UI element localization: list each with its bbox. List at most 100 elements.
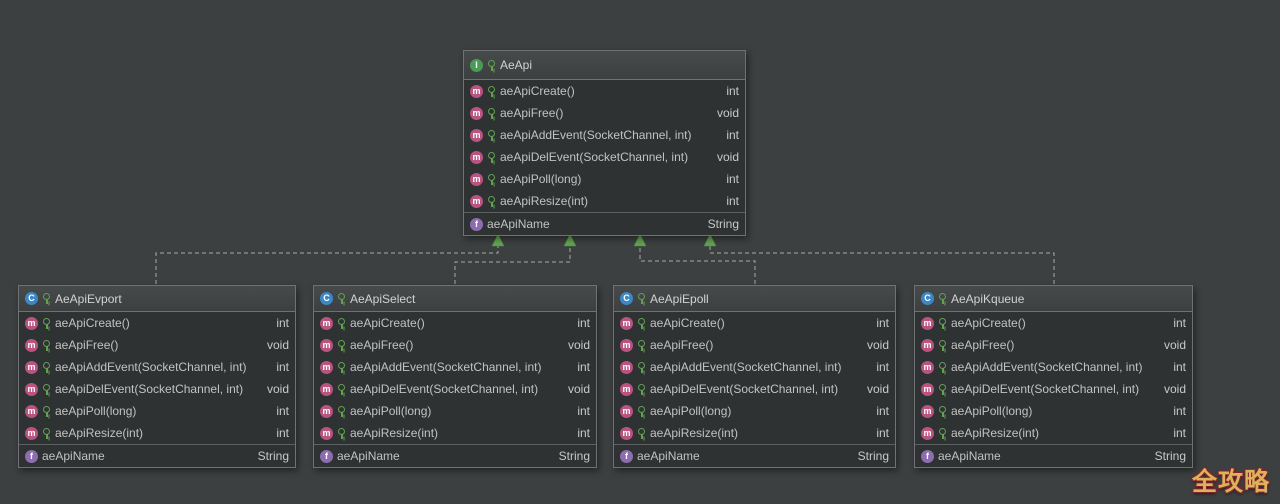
class-box-aeapi[interactable]: IAeApimaeApiCreate()intmaeApiFree()voidm… — [463, 50, 746, 236]
method-return-type: void — [1164, 338, 1186, 352]
field-row[interactable]: faeApiNameString — [464, 212, 745, 235]
class-icon: C — [320, 292, 333, 305]
method-icon: m — [470, 195, 483, 208]
method-signature: aeApiAddEvent(SocketChannel, int) — [500, 128, 714, 142]
method-row[interactable]: maeApiResize(int)int — [314, 422, 596, 444]
method-row[interactable]: maeApiCreate()int — [614, 312, 895, 334]
field-row[interactable]: faeApiNameString — [314, 444, 596, 467]
method-row[interactable]: maeApiDelEvent(SocketChannel, int)void — [314, 378, 596, 400]
method-row[interactable]: maeApiAddEvent(SocketChannel, int)int — [614, 356, 895, 378]
method-icon: m — [320, 339, 333, 352]
method-return-type: int — [276, 316, 289, 330]
class-name-label: AeApiEvport — [55, 292, 122, 306]
method-signature: aeApiPoll(long) — [55, 404, 264, 418]
visibility-public-icon — [42, 361, 51, 374]
method-row[interactable]: maeApiDelEvent(SocketChannel, int)void — [464, 146, 745, 168]
method-row[interactable]: maeApiResize(int)int — [19, 422, 295, 444]
field-row[interactable]: faeApiNameString — [19, 444, 295, 467]
visibility-public-icon — [42, 383, 51, 396]
method-row[interactable]: maeApiPoll(long)int — [19, 400, 295, 422]
method-icon: m — [320, 361, 333, 374]
class-box-aeapikqueue[interactable]: C AeApiKqueue maeApiCreate()intmaeApiFree(… — [914, 285, 1193, 468]
visibility-public-icon — [487, 85, 496, 98]
method-row[interactable]: maeApiFree()void — [314, 334, 596, 356]
visibility-public-icon — [938, 383, 947, 396]
visibility-public-icon — [337, 427, 346, 440]
visibility-public-icon — [42, 405, 51, 418]
visibility-public-icon — [637, 383, 646, 396]
method-row[interactable]: maeApiResize(int)int — [915, 422, 1192, 444]
method-icon: m — [470, 151, 483, 164]
visibility-public-icon — [42, 317, 51, 330]
method-return-type: int — [577, 404, 590, 418]
method-return-type: int — [876, 426, 889, 440]
class-header-aeapiepoll[interactable]: CAeApiEpoll — [614, 286, 895, 312]
method-row[interactable]: maeApiResize(int)int — [464, 190, 745, 212]
visibility-public-icon — [42, 427, 51, 440]
class-header-aeapi[interactable]: I AeApi — [464, 51, 745, 80]
method-row[interactable]: maeApiCreate()int — [19, 312, 295, 334]
method-row[interactable]: maeApiCreate()int — [464, 80, 745, 102]
method-signature: aeApiResize(int) — [951, 426, 1161, 440]
method-icon: m — [470, 173, 483, 186]
epoll-implements-aeapi-line — [640, 246, 755, 284]
method-return-type: void — [717, 150, 739, 164]
visibility-public-icon — [42, 339, 51, 352]
method-signature: aeApiResize(int) — [350, 426, 565, 440]
class-box-aeapiepoll[interactable]: CAeApiEpollmaeApiCreate()intmaeApiFree()… — [613, 285, 896, 468]
class-header-aeapikqueue[interactable]: C AeApiKqueue — [915, 286, 1192, 312]
method-row[interactable]: maeApiPoll(long)int — [614, 400, 895, 422]
class-header-aeapiselect[interactable]: CAeApiSelect — [314, 286, 596, 312]
field-icon: f — [620, 450, 633, 463]
method-signature: aeApiPoll(long) — [650, 404, 864, 418]
visibility-public-icon — [938, 361, 947, 374]
method-signature: aeApiDelEvent(SocketChannel, int) — [55, 382, 255, 396]
visibility-public-icon — [337, 383, 346, 396]
method-row[interactable]: maeApiDelEvent(SocketChannel, int)void — [614, 378, 895, 400]
method-row[interactable]: maeApiPoll(long)int — [464, 168, 745, 190]
class-name-label: AeApiEpoll — [650, 292, 709, 306]
method-row[interactable]: maeApiFree()void — [464, 102, 745, 124]
method-row[interactable]: maeApiAddEvent(SocketChannel, int)int — [314, 356, 596, 378]
class-name-label: AeApi — [500, 58, 532, 72]
method-signature: aeApiAddEvent(SocketChannel, int) — [650, 360, 864, 374]
method-row[interactable]: maeApiAddEvent(SocketChannel, int)int — [19, 356, 295, 378]
method-return-type: int — [577, 426, 590, 440]
method-row[interactable]: maeApiDelEvent(SocketChannel, int)void — [915, 378, 1192, 400]
method-signature: aeApiDelEvent(SocketChannel, int) — [350, 382, 556, 396]
class-box-aeapiselect[interactable]: CAeApiSelectmaeApiCreate()intmaeApiFree(… — [313, 285, 597, 468]
method-return-type: void — [267, 382, 289, 396]
field-type: String — [559, 449, 590, 463]
evport-implements-aeapi-line — [156, 246, 498, 284]
visibility-public-icon — [487, 173, 496, 186]
method-row[interactable]: maeApiAddEvent(SocketChannel, int)int — [464, 124, 745, 146]
method-row[interactable]: maeApiFree()void — [614, 334, 895, 356]
method-row[interactable]: maeApiCreate()int — [915, 312, 1192, 334]
method-signature: aeApiCreate() — [650, 316, 864, 330]
method-row[interactable]: maeApiFree()void — [19, 334, 295, 356]
method-row[interactable]: maeApiDelEvent(SocketChannel, int)void — [19, 378, 295, 400]
visibility-public-icon — [337, 405, 346, 418]
visibility-public-icon — [637, 292, 646, 305]
visibility-public-icon — [938, 405, 947, 418]
method-row[interactable]: maeApiFree()void — [915, 334, 1192, 356]
method-return-type: int — [876, 360, 889, 374]
field-row[interactable]: faeApiNameString — [614, 444, 895, 467]
field-icon: f — [470, 218, 483, 231]
method-icon: m — [25, 427, 38, 440]
method-row[interactable]: maeApiPoll(long)int — [915, 400, 1192, 422]
class-header-aeapievport[interactable]: CAeApiEvport — [19, 286, 295, 312]
method-row[interactable]: maeApiAddEvent(SocketChannel, int)int — [915, 356, 1192, 378]
class-icon: C — [921, 292, 934, 305]
field-type: String — [858, 449, 889, 463]
field-row[interactable]: faeApiNameString — [915, 444, 1192, 467]
method-signature: aeApiFree() — [55, 338, 255, 352]
method-row[interactable]: maeApiResize(int)int — [614, 422, 895, 444]
interface-icon: I — [470, 59, 483, 72]
method-row[interactable]: maeApiCreate()int — [314, 312, 596, 334]
method-row[interactable]: maeApiPoll(long)int — [314, 400, 596, 422]
class-name-label: AeApiKqueue — [951, 292, 1024, 306]
diagram-canvas[interactable]: IAeApimaeApiCreate()intmaeApiFree()voidm… — [0, 0, 1280, 504]
class-box-aeapievport[interactable]: CAeApiEvportmaeApiCreate()intmaeApiFree(… — [18, 285, 296, 468]
method-icon: m — [921, 361, 934, 374]
